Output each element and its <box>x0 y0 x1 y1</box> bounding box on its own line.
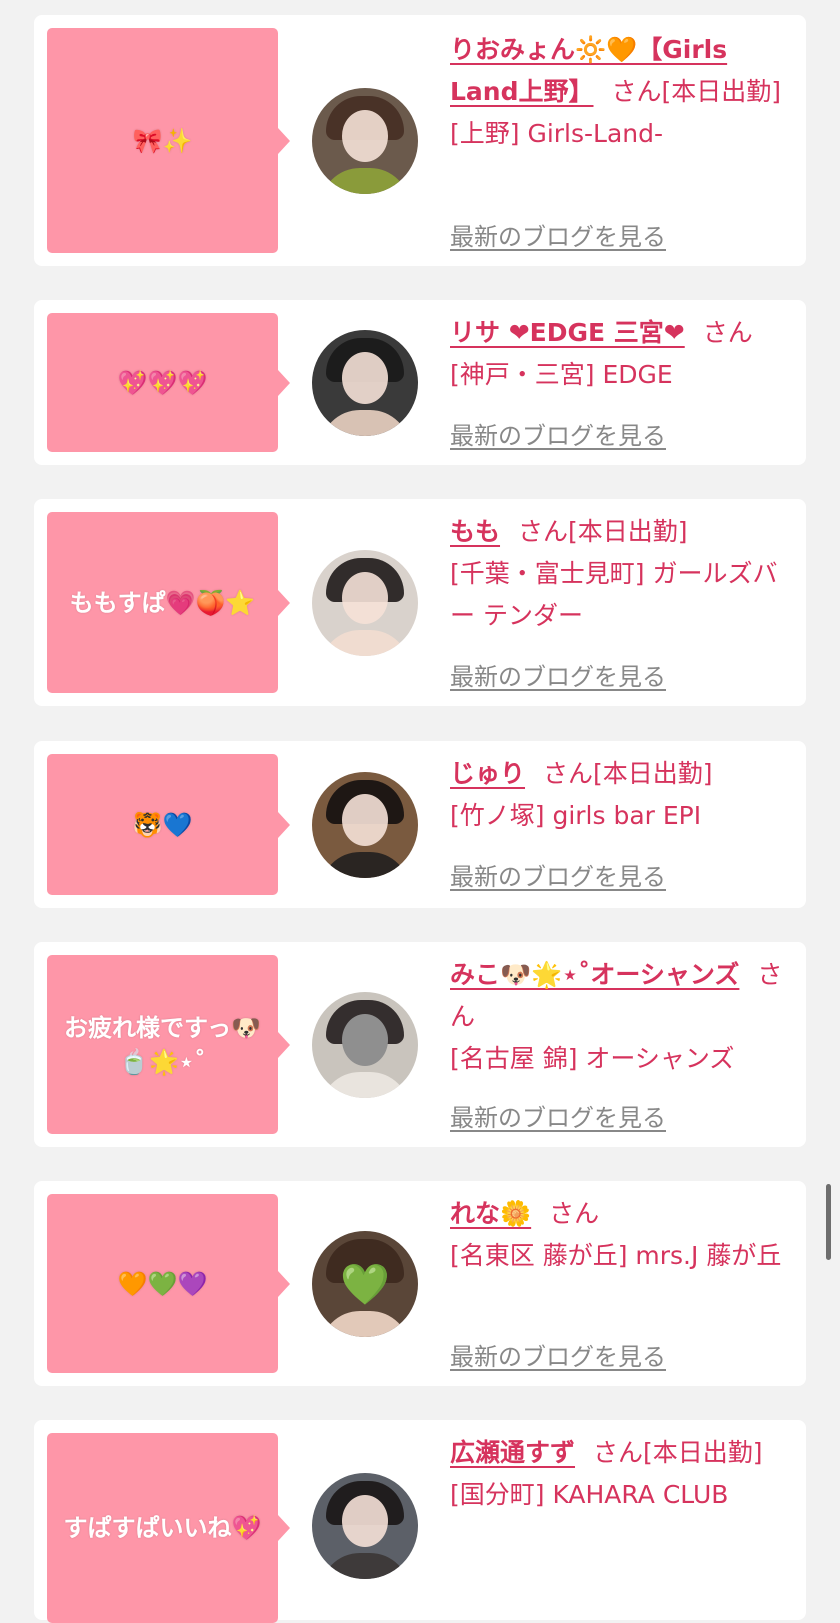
latest-blog-link[interactable]: 最新のブログを見る <box>450 416 666 451</box>
girl-name-link[interactable]: リサ ❤EDGE 三宮❤ <box>450 318 685 347</box>
message-bubble: 🎀✨ <box>47 28 290 253</box>
san-suffix: さん[本日出勤] <box>611 77 782 106</box>
avatar[interactable]: green-heart-sticker💚 <box>312 1231 418 1337</box>
shop-label: [神戸・三宮] EDGE <box>450 360 673 389</box>
message-bubble: ももすぱ💗🍑⭐ <box>47 512 290 693</box>
blog-entry-card[interactable]: 🐯💙 じゅり さん[本日出勤] [竹ノ塚] girls bar EPI 最新のブロ… <box>34 741 806 908</box>
blog-entry-card[interactable]: 🧡💚💜 green-heart-sticker💚 れな🌼 さん [名東区 藤が丘]… <box>34 1181 806 1386</box>
blog-entry-card[interactable]: 🎀✨ りおみょん🔆🧡【Girls Land上野】 さん[本日出勤] [上野] Gi… <box>34 15 806 266</box>
latest-blog-link[interactable]: 最新のブログを見る <box>450 217 666 252</box>
entry-info: りおみょん🔆🧡【Girls Land上野】 さん[本日出勤] [上野] Girls… <box>450 29 790 155</box>
shop-label: [竹ノ塚] girls bar EPI <box>450 801 702 830</box>
san-suffix: さん <box>702 318 753 347</box>
girl-name-link[interactable]: じゅり <box>450 759 525 788</box>
latest-blog-link[interactable]: 最新のブログを見る <box>450 1098 666 1133</box>
avatar[interactable] <box>312 550 418 656</box>
girl-name-link[interactable]: もも <box>450 517 500 546</box>
message-text: 💖💖💖 <box>117 368 208 397</box>
latest-blog-link[interactable]: 最新のブログを見る <box>450 1337 666 1372</box>
avatar-shoulder <box>320 1072 410 1098</box>
green-heart-icon: green-heart-sticker💚 <box>340 1261 390 1308</box>
avatar-shoulder <box>320 630 410 656</box>
entry-info: 広瀬通すず さん[本日出勤] [国分町] KAHARA CLUB <box>450 1432 790 1516</box>
avatar-face <box>342 110 388 162</box>
shop-label: [名東区 藤が丘] mrs.J 藤が丘 <box>450 1241 782 1270</box>
message-text: お疲れ様ですっ🐶🍵🌟⋆˚ <box>64 1013 261 1076</box>
message-bubble: 🐯💙 <box>47 754 290 895</box>
message-bubble: すぱすぱいいね💖 <box>47 1433 290 1623</box>
message-text: すぱすぱいいね💖 <box>63 1514 262 1542</box>
blog-entry-card[interactable]: お疲れ様ですっ🐶🍵🌟⋆˚ みこ🐶🌟⋆˚オーシャンズ さん [名古屋 錦] オーシャ… <box>34 942 806 1147</box>
san-suffix: さん[本日出勤] <box>518 517 688 546</box>
avatar[interactable] <box>312 1473 418 1579</box>
message-text: 🎀✨ <box>132 126 193 155</box>
latest-blog-link[interactable]: 最新のブログを見る <box>450 657 666 692</box>
san-suffix: さん <box>549 1199 600 1228</box>
blog-entry-card[interactable]: すぱすぱいいね💖 広瀬通すず さん[本日出勤] [国分町] KAHARA CLUB <box>34 1420 806 1623</box>
blog-entry-card[interactable]: 💖💖💖 リサ ❤EDGE 三宮❤ さん [神戸・三宮] EDGE 最新のブログを見… <box>34 300 806 465</box>
avatar-face <box>342 1495 388 1547</box>
san-suffix: さん[本日出勤] <box>543 759 713 788</box>
entry-info: じゅり さん[本日出勤] [竹ノ塚] girls bar EPI <box>450 753 790 837</box>
girl-name-link[interactable]: みこ🐶🌟⋆˚オーシャンズ <box>450 960 739 989</box>
entry-info: リサ ❤EDGE 三宮❤ さん [神戸・三宮] EDGE <box>450 312 790 396</box>
message-text: ももすぱ💗🍑⭐ <box>69 588 256 617</box>
message-text: 🧡💚💜 <box>117 1269 208 1298</box>
avatar-face <box>342 794 388 846</box>
message-bubble: 🧡💚💜 <box>47 1194 290 1373</box>
avatar[interactable] <box>312 88 418 194</box>
message-bubble: 💖💖💖 <box>47 313 290 452</box>
avatar[interactable] <box>312 992 418 1098</box>
entry-info: みこ🐶🌟⋆˚オーシャンズ さん [名古屋 錦] オーシャンズ <box>450 954 790 1080</box>
avatar-face <box>342 352 388 404</box>
message-bubble: お疲れ様ですっ🐶🍵🌟⋆˚ <box>47 955 290 1134</box>
entry-info: もも さん[本日出勤] [千葉・富士見町] ガールズバー テンダー <box>450 511 790 637</box>
avatar-shoulder <box>320 1553 410 1579</box>
entry-info: れな🌼 さん [名東区 藤が丘] mrs.J 藤が丘 <box>450 1193 790 1277</box>
san-suffix: さん[本日出勤] <box>593 1438 763 1467</box>
message-text: 🐯💙 <box>132 810 193 839</box>
shop-label: [上野] Girls-Land- <box>450 119 664 148</box>
shop-label: [国分町] KAHARA CLUB <box>450 1480 729 1509</box>
vertical-scrollbar[interactable] <box>826 1184 831 1260</box>
girl-name-link[interactable]: 広瀬通すず <box>450 1438 575 1467</box>
blog-entry-card[interactable]: ももすぱ💗🍑⭐ もも さん[本日出勤] [千葉・富士見町] ガールズバー テンダー… <box>34 499 806 706</box>
shop-label: [名古屋 錦] オーシャンズ <box>450 1044 735 1073</box>
avatar-shoulder <box>320 852 410 878</box>
avatar-shoulder <box>320 168 410 194</box>
avatar-face <box>342 1014 388 1066</box>
girl-name-link[interactable]: れな🌼 <box>450 1199 531 1228</box>
latest-blog-link[interactable]: 最新のブログを見る <box>450 857 666 892</box>
shop-label: [千葉・富士見町] ガールズバー テンダー <box>450 559 778 630</box>
avatar[interactable] <box>312 772 418 878</box>
avatar-shoulder <box>320 410 410 436</box>
avatar-face <box>342 572 388 624</box>
avatar[interactable] <box>312 330 418 436</box>
